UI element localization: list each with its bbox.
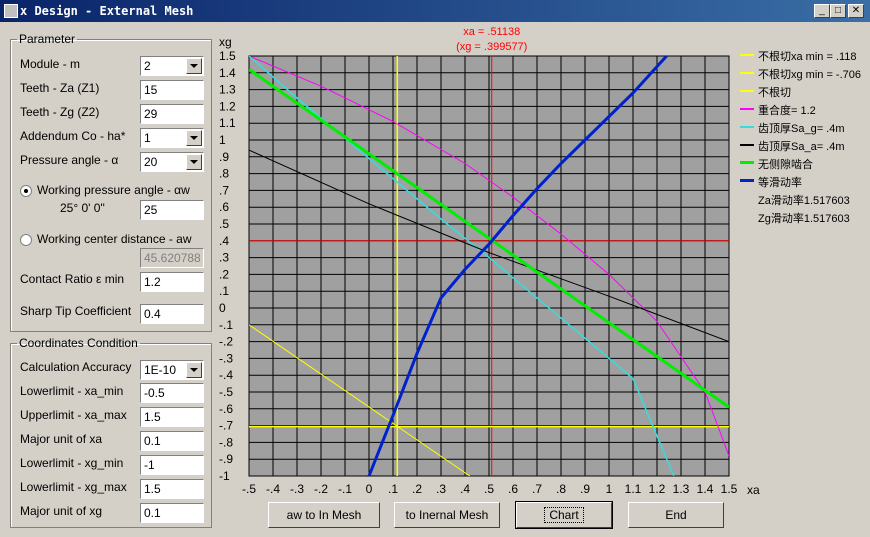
y-tick-label: .6 bbox=[219, 200, 229, 214]
y-tick-label: -.3 bbox=[219, 351, 233, 365]
y-tick-label: .1 bbox=[219, 284, 229, 298]
x-tick-label: 1.4 bbox=[697, 482, 714, 496]
legend-swatch bbox=[740, 90, 754, 92]
legend-swatch bbox=[740, 144, 754, 146]
x-tick-label: .4 bbox=[460, 482, 470, 496]
legend-label: Zg滑动率1.517603 bbox=[758, 213, 850, 225]
y-tick-label: -.9 bbox=[219, 452, 233, 466]
x-tick-label: 1.3 bbox=[673, 482, 690, 496]
y-tick-label: -.5 bbox=[219, 385, 233, 399]
cursor-xa-label: xa = .51138 bbox=[463, 26, 520, 38]
legend-label: 齿顶厚Sa_g= .4m bbox=[758, 123, 845, 135]
y-tick-label: -.8 bbox=[219, 435, 233, 449]
chart-button[interactable]: Chart bbox=[515, 501, 613, 529]
x-axis-label: xa bbox=[747, 483, 760, 497]
y-tick-label: .9 bbox=[219, 150, 229, 164]
end-button[interactable]: End bbox=[628, 502, 724, 528]
legend-swatch bbox=[740, 179, 754, 182]
y-tick-label: -.4 bbox=[219, 368, 233, 382]
x-tick-label: .3 bbox=[436, 482, 446, 496]
y-tick-label: .2 bbox=[219, 267, 229, 281]
y-tick-label: 1.1 bbox=[219, 116, 236, 130]
y-tick-label: .8 bbox=[219, 167, 229, 181]
y-tick-label: 1.5 bbox=[219, 49, 236, 63]
legend-label: 不根切 bbox=[758, 87, 791, 99]
legend-swatch bbox=[740, 126, 754, 128]
y-tick-label: -.6 bbox=[219, 402, 233, 416]
legend-label: 齿顶厚Sa_a= .4m bbox=[758, 141, 845, 153]
y-tick-label: 1.4 bbox=[219, 66, 236, 80]
y-tick-label: -.2 bbox=[219, 335, 233, 349]
legend-label: 不根切xa min = .118 bbox=[758, 51, 857, 63]
x-tick-label: 1 bbox=[606, 482, 613, 496]
x-tick-label: -.1 bbox=[338, 482, 352, 496]
x-tick-label: 1.2 bbox=[649, 482, 666, 496]
y-tick-label: -.7 bbox=[219, 419, 233, 433]
x-tick-label: .9 bbox=[580, 482, 590, 496]
y-axis-label: xg bbox=[219, 35, 232, 49]
y-tick-label: -.1 bbox=[219, 318, 233, 332]
legend-swatch bbox=[740, 54, 754, 56]
y-tick-label: 1.2 bbox=[219, 99, 236, 113]
x-tick-label: 1.1 bbox=[625, 482, 642, 496]
x-tick-label: .7 bbox=[532, 482, 542, 496]
chart-area: -.5 -.4 -.3 -.2 -.1 0.1.2.3.4.5.6.7.8.9 1 1.1 1.… bbox=[219, 26, 760, 497]
chart-button-label: Chart bbox=[544, 507, 584, 523]
x-tick-label: .8 bbox=[556, 482, 566, 496]
x-tick-label: .2 bbox=[412, 482, 422, 496]
y-tick-label: -1 bbox=[219, 469, 230, 483]
legend-swatch bbox=[740, 72, 754, 74]
legend-label: 不根切xg min = -.706 bbox=[758, 69, 862, 81]
x-tick-label: -.4 bbox=[266, 482, 280, 496]
x-tick-label: .5 bbox=[484, 482, 494, 496]
x-tick-label: 0 bbox=[366, 482, 373, 496]
x-tick-label: -.3 bbox=[290, 482, 304, 496]
cursor-xg-label: (xg = .399577) bbox=[456, 41, 527, 53]
legend-label: Za滑动率1.517603 bbox=[758, 195, 850, 207]
legend-label: 等滑动率 bbox=[758, 177, 802, 189]
y-tick-label: .5 bbox=[219, 217, 229, 231]
y-tick-label: .4 bbox=[219, 234, 229, 248]
x-tick-label: .6 bbox=[508, 482, 518, 496]
y-tick-label: .7 bbox=[219, 183, 229, 197]
x-tick-label: -.5 bbox=[242, 482, 256, 496]
x-tick-label: 1.5 bbox=[721, 482, 738, 496]
legend-label: 重合度= 1.2 bbox=[758, 105, 816, 117]
aw-to-in-mesh-button[interactable]: aw to In Mesh bbox=[268, 502, 380, 528]
y-tick-label: 1.3 bbox=[219, 83, 236, 97]
y-tick-label: 1 bbox=[219, 133, 226, 147]
to-internal-mesh-button[interactable]: to Inernal Mesh bbox=[394, 502, 500, 528]
y-tick-label: .3 bbox=[219, 251, 229, 265]
legend-label: 无侧隙啮合 bbox=[758, 159, 813, 171]
legend-swatch bbox=[740, 108, 754, 110]
x-tick-label: -.2 bbox=[314, 482, 328, 496]
y-tick-label: 0 bbox=[219, 301, 226, 315]
x-tick-label: .1 bbox=[388, 482, 398, 496]
legend-swatch bbox=[740, 161, 754, 164]
